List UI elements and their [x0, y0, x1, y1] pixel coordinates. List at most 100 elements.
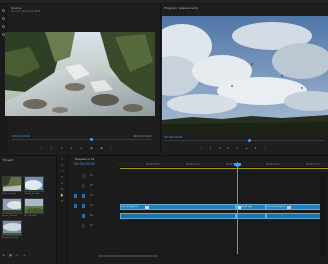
source-playhead-knob[interactable] [90, 138, 93, 141]
work-area-bar[interactable] [120, 168, 328, 169]
project-clip-label: Sky_04.mp4 [24, 215, 37, 217]
source-patch-icon[interactable] [74, 194, 77, 198]
track-headers: V3 V2 V1 A1 A2 A3 [70, 172, 118, 256]
play-icon[interactable]: ▸ [70, 146, 73, 150]
project-clip-label: Forest_03.mp4 [2, 215, 17, 217]
track-header-a3: A3 [70, 222, 118, 230]
sky-thumb-image [25, 199, 43, 213]
extract-icon[interactable]: ▾ [254, 146, 257, 150]
clip-label: Stream_05.mp4 [V] [268, 205, 286, 208]
track-header-v3: V3 [70, 172, 118, 180]
timeline-clip[interactable]: Stream_05.mp4 [V] [266, 204, 326, 210]
new-bin-icon[interactable]: ▫ [16, 254, 19, 257]
tools-panel: ↖ ⇥ ⊣ ✂ ↔ ✎ ✋ T [56, 155, 68, 264]
track-target-icon[interactable] [82, 194, 85, 198]
insert-icon[interactable]: ▪ [90, 146, 93, 150]
project-clip-thumbnail[interactable] [2, 220, 22, 236]
project-clip-thumbnail[interactable] [2, 198, 22, 214]
clip-thumbnail-icon [287, 206, 291, 209]
mark-in-icon[interactable]: { [40, 146, 43, 150]
audio-clip[interactable] [120, 213, 236, 219]
project-clip-thumbnail[interactable] [24, 176, 44, 192]
track-select-tool-icon[interactable]: ⇥ [60, 164, 64, 167]
ripple-edit-tool-icon[interactable]: ⊣ [60, 170, 64, 173]
project-panel-title[interactable]: Project [3, 158, 13, 162]
track-header-v1: V1 [70, 192, 118, 200]
track-lock-icon[interactable] [82, 174, 85, 178]
project-clip-label: Stream_05.mp4 [2, 237, 18, 239]
track-target-icon[interactable] [82, 204, 85, 208]
prg-mark-in-icon[interactable]: { [200, 146, 203, 150]
audio-clip[interactable] [266, 213, 326, 219]
clip-label: River_01.mp4 [V] [122, 205, 138, 208]
lift-icon[interactable]: ▴ [245, 146, 248, 150]
track-label: A3 [90, 224, 93, 227]
river-thumb-image [3, 177, 21, 191]
audio-mixer-icon[interactable] [2, 25, 5, 28]
prg-play-icon[interactable]: ▸ [227, 146, 230, 150]
source-timecode[interactable]: 00:00:20:04 [12, 134, 30, 138]
project-footer: ≡ ▦ ▫ + [2, 254, 26, 257]
step-forward-icon[interactable]: ▸ [80, 146, 83, 150]
track-label: A1 [90, 204, 93, 207]
slip-tool-icon[interactable]: ↔ [60, 182, 64, 185]
program-monitor-title[interactable]: Program: Sequence 01 [164, 6, 198, 10]
audio-clip[interactable] [236, 213, 266, 219]
step-back-icon[interactable]: ◂ [60, 146, 63, 150]
tracks-area[interactable]: River_01.mp4 [V] Clouds_02.mp4 Stream_05… [118, 172, 328, 256]
type-tool-icon[interactable]: T [60, 200, 64, 203]
project-clip-thumbnail[interactable] [24, 198, 44, 214]
project-clip-label: River_01.mp4 [2, 193, 16, 195]
timeline-scrollbar[interactable] [98, 255, 158, 257]
clip-thumbnail-icon [145, 206, 149, 209]
prg-step-back-icon[interactable]: ◂ [218, 146, 221, 150]
export-frame-icon[interactable]: ◦ [110, 146, 113, 150]
track-lock-icon[interactable] [82, 184, 85, 188]
source-duration: 00:00:26:04 [133, 134, 152, 138]
clouds-thumb-image [25, 177, 43, 191]
ruler-label: 00:00:25:00 [306, 163, 320, 166]
program-scrub-bar[interactable] [164, 139, 324, 142]
program-timecode[interactable]: 00:00:20:04 [164, 135, 182, 139]
sequence-tab[interactable]: Sequence 01 [75, 157, 95, 161]
river-scene-image [5, 32, 155, 116]
effect-controls-icon[interactable] [2, 17, 5, 20]
track-target-icon[interactable] [82, 214, 85, 218]
source-clip-name: Source: Mix_River.MP4 [11, 9, 41, 13]
mark-out-icon[interactable]: } [50, 146, 53, 150]
source-patch-icon[interactable] [74, 204, 77, 208]
prg-step-forward-icon[interactable]: ▸ [236, 146, 239, 150]
track-header-a2: A2 [70, 212, 118, 220]
selection-tool-icon[interactable]: ↖ [60, 158, 64, 161]
source-scrub-bar[interactable] [12, 138, 152, 141]
icon-view-icon[interactable]: ▦ [9, 254, 12, 257]
overwrite-icon[interactable]: ▪ [100, 146, 103, 150]
track-label: V2 [90, 184, 93, 187]
ruler-label: 00:00:05:00 [146, 163, 160, 166]
forest-thumb-image [3, 199, 21, 213]
program-transport-controls: { } ◂ ▸ ▸ ▴ ▾ ◦ [200, 146, 266, 150]
pen-tool-icon[interactable]: ✎ [60, 188, 64, 191]
stream-thumb-image [3, 221, 21, 235]
program-video-frame[interactable] [162, 16, 328, 132]
track-label: V1 [90, 194, 93, 197]
playhead-line[interactable] [237, 162, 238, 254]
sky-scene-image [162, 16, 328, 132]
hand-tool-icon[interactable]: ✋ [60, 194, 64, 197]
timeline-timecode[interactable]: 00:00:20:04 [74, 162, 95, 166]
list-view-icon[interactable]: ≡ [2, 254, 5, 257]
track-lock-icon[interactable] [82, 224, 85, 228]
new-item-icon[interactable]: + [23, 254, 26, 257]
prg-export-frame-icon[interactable]: ◦ [263, 146, 266, 150]
timeline-clip[interactable]: Clouds_02.mp4 [236, 204, 266, 210]
track-label: A2 [90, 214, 93, 217]
project-clip-label: Clouds_02.mp4 [24, 193, 40, 195]
timeline-clip[interactable]: River_01.mp4 [V] [120, 204, 236, 210]
program-playhead-knob[interactable] [248, 139, 251, 142]
source-transport-controls: { } ◂ ▸ ▸ ▪ ▪ ◦ [40, 146, 113, 150]
source-video-frame[interactable] [5, 32, 155, 116]
panel-menu-icon[interactable] [2, 9, 5, 12]
project-clip-thumbnail[interactable] [2, 176, 22, 192]
prg-mark-out-icon[interactable]: } [209, 146, 212, 150]
razor-tool-icon[interactable]: ✂ [60, 176, 64, 179]
